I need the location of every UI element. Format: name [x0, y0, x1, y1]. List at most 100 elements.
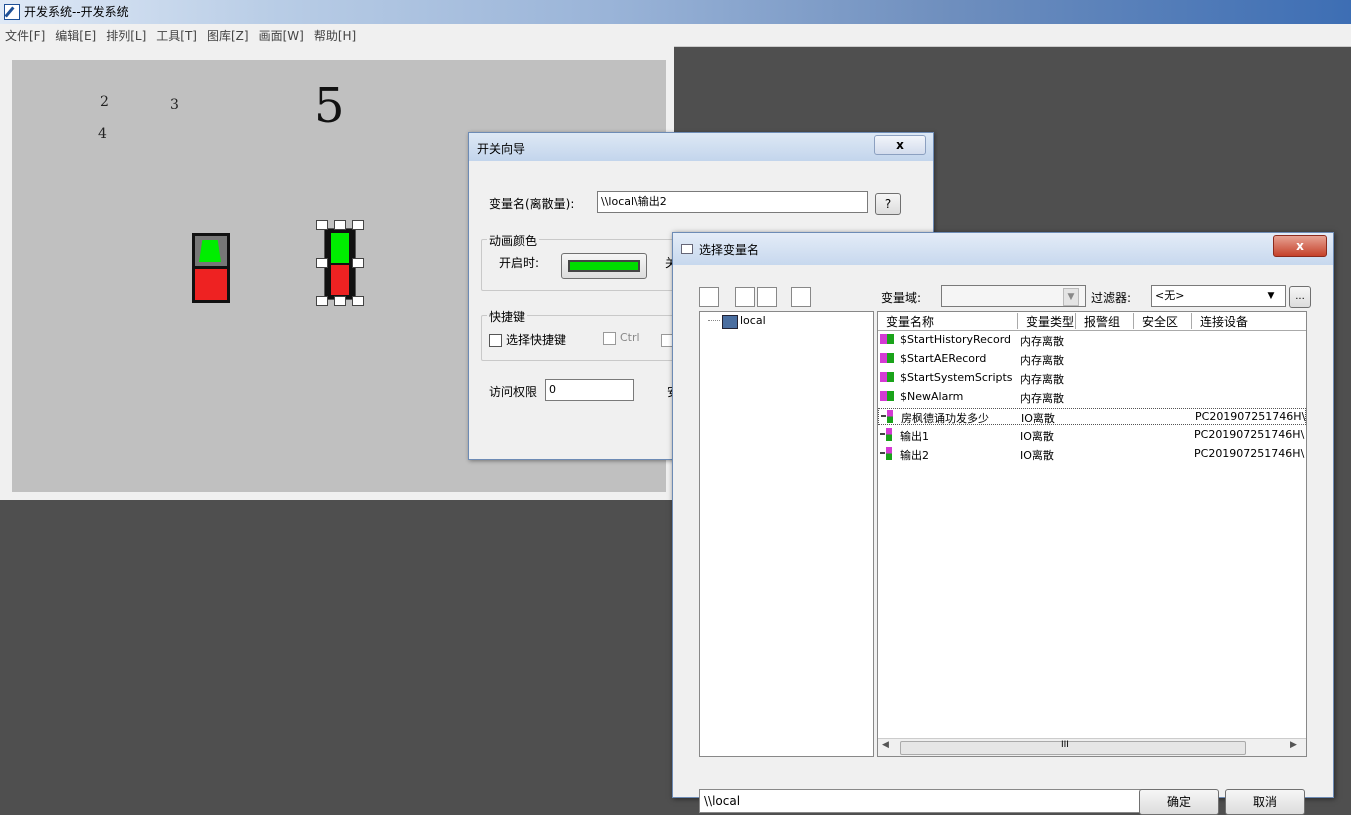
canvas-text-3[interactable]: 3 — [170, 97, 179, 113]
col-header-alarm[interactable]: 报警组 — [1076, 313, 1134, 329]
main-title-bar[interactable]: 开发系统--开发系统 — [0, 0, 1351, 24]
ctrl-checkbox-label: Ctrl — [620, 331, 640, 344]
scroll-right-icon[interactable]: ▶ — [1290, 740, 1297, 750]
resize-handle[interactable] — [334, 220, 346, 230]
variable-domain-tree[interactable]: local — [699, 311, 874, 757]
table-row[interactable]: $StartAERecord 内存离散 — [878, 351, 1306, 368]
properties-icon[interactable] — [791, 287, 811, 307]
resize-handle[interactable] — [334, 296, 346, 306]
menu-gallery[interactable]: 图库[Z] — [202, 24, 254, 44]
var-name-label: 变量名(离散量): — [489, 197, 575, 211]
table-row[interactable]: $StartSystemScripts 内存离散 — [878, 370, 1306, 387]
selected-path-field: \\local — [699, 789, 1143, 813]
col-header-zone[interactable]: 安全区 — [1134, 313, 1192, 329]
col-header-name[interactable]: 变量名称 — [878, 313, 1018, 329]
table-row[interactable]: 房枫德诵功发多少 IO离散 PC201907251746H\ — [878, 408, 1306, 425]
cancel-button[interactable]: 取消 — [1225, 789, 1305, 815]
resize-handle[interactable] — [352, 258, 364, 268]
var-type: 内存离散 — [1020, 354, 1064, 367]
resize-handle[interactable] — [316, 220, 328, 230]
hotkey-checkbox-label: 选择快捷键 — [506, 333, 567, 347]
help-button[interactable]: ? — [875, 193, 901, 215]
hotkey-group-label: 快捷键 — [487, 308, 528, 325]
resize-handle[interactable] — [352, 296, 364, 306]
on-label: 开启时: — [499, 256, 540, 270]
computer-icon — [722, 315, 738, 329]
switch-widget-1[interactable] — [192, 233, 230, 303]
select-dialog-body: 变量域: ▼ 过滤器: <无> ▼ ... local 变量名称 变量类型 报警… — [677, 265, 1327, 815]
table-row[interactable]: $StartHistoryRecord 内存离散 — [878, 332, 1306, 349]
var-name: $StartAERecord — [900, 352, 987, 365]
io-var-icon — [880, 447, 894, 461]
switch-widget-2[interactable] — [316, 220, 364, 306]
var-device: PC201907251746H\ — [1194, 428, 1305, 441]
resize-handle[interactable] — [316, 258, 328, 268]
on-color-swatch — [568, 260, 640, 272]
checkbox-box — [603, 331, 616, 345]
chevron-down-icon[interactable]: ▼ — [1263, 288, 1279, 304]
dialog-icon — [681, 244, 693, 254]
scroll-thumb[interactable]: III — [900, 740, 1246, 755]
col-header-device[interactable]: 连接设备 — [1192, 313, 1306, 329]
resize-handle[interactable] — [352, 220, 364, 230]
canvas-text-4[interactable]: 4 — [98, 126, 107, 142]
table-row[interactable]: 输出1 IO离散 PC201907251746H\ — [878, 427, 1306, 444]
select-variable-dialog: 选择变量名 x 变量域: ▼ 过滤器: <无> ▼ ... local 变量名称… — [672, 232, 1334, 815]
canvas-text-5[interactable]: 5 — [314, 78, 345, 134]
var-device: PC201907251746H\ — [1194, 447, 1305, 460]
hotkey-checkbox[interactable]: 选择快捷键 — [489, 331, 566, 348]
var-name: $StartSystemScripts — [900, 371, 1013, 384]
memory-var-icon — [880, 334, 894, 344]
access-label: 访问权限 — [489, 385, 538, 399]
wizard-close-button[interactable]: x — [874, 135, 926, 155]
ok-button[interactable]: 确定 — [1139, 789, 1219, 815]
memory-var-icon — [880, 391, 894, 401]
var-name-input[interactable]: \\local\输出2 — [597, 191, 868, 213]
menu-edit[interactable]: 编辑[E] — [50, 24, 101, 44]
menu-file[interactable]: 文件[F] — [0, 24, 50, 44]
chevron-down-icon[interactable]: ▼ — [1063, 288, 1079, 306]
wizard-title-bar[interactable]: 开关向导 x — [469, 133, 933, 161]
var-device: PC201907251746H\ — [1195, 410, 1306, 423]
window-title: 开发系统--开发系统 — [24, 5, 129, 19]
ctrl-checkbox[interactable]: Ctrl — [603, 331, 640, 345]
filter-label: 过滤器: — [1091, 291, 1132, 305]
var-name: $NewAlarm — [900, 390, 964, 403]
menu-help[interactable]: 帮助[H] — [309, 24, 361, 44]
scroll-left-icon[interactable]: ◀ — [882, 740, 889, 750]
var-type: 内存离散 — [1020, 373, 1064, 386]
large-icon-view-icon[interactable] — [699, 287, 719, 307]
domain-label: 变量域: — [881, 291, 922, 305]
on-color-button[interactable] — [561, 253, 647, 279]
col-header-type[interactable]: 变量类型 — [1018, 313, 1076, 329]
var-name: 输出1 — [900, 430, 929, 443]
menu-tools[interactable]: 工具[T] — [151, 24, 202, 44]
canvas-text-2[interactable]: 2 — [100, 94, 109, 110]
resize-handle[interactable] — [316, 296, 328, 306]
list-header: 变量名称 变量类型 报警组 安全区 连接设备 — [878, 312, 1306, 331]
switch-green-part — [199, 240, 221, 262]
anim-color-group-label: 动画颜色 — [487, 232, 540, 249]
detail-view-icon[interactable] — [757, 287, 777, 307]
checkbox-box — [489, 334, 502, 347]
select-dialog-title-bar[interactable]: 选择变量名 x — [673, 233, 1333, 265]
io-var-icon — [880, 428, 894, 442]
wizard-title: 开关向导 — [477, 142, 526, 156]
select-dialog-close-button[interactable]: x — [1273, 235, 1327, 257]
switch-top — [195, 236, 227, 266]
table-row[interactable]: 输出2 IO离散 PC201907251746H\ — [878, 446, 1306, 463]
var-type: 内存离散 — [1020, 392, 1064, 405]
menu-arrange[interactable]: 排列[L] — [101, 24, 151, 44]
var-name: $StartHistoryRecord — [900, 333, 1012, 346]
app-icon — [4, 4, 20, 20]
access-input[interactable]: 0 — [545, 379, 634, 401]
browse-button[interactable]: ... — [1289, 286, 1311, 308]
menu-screen[interactable]: 画面[W] — [254, 24, 309, 44]
select-dialog-title: 选择变量名 — [699, 243, 760, 257]
list-view-icon[interactable] — [735, 287, 755, 307]
tree-root-local[interactable]: local — [740, 314, 766, 327]
table-row[interactable]: $NewAlarm 内存离散 — [878, 389, 1306, 406]
horizontal-scrollbar[interactable]: ◀ III ▶ — [878, 738, 1306, 756]
variable-list: 变量名称 变量类型 报警组 安全区 连接设备 $StartHistoryReco… — [877, 311, 1307, 757]
io-var-icon — [881, 410, 895, 424]
